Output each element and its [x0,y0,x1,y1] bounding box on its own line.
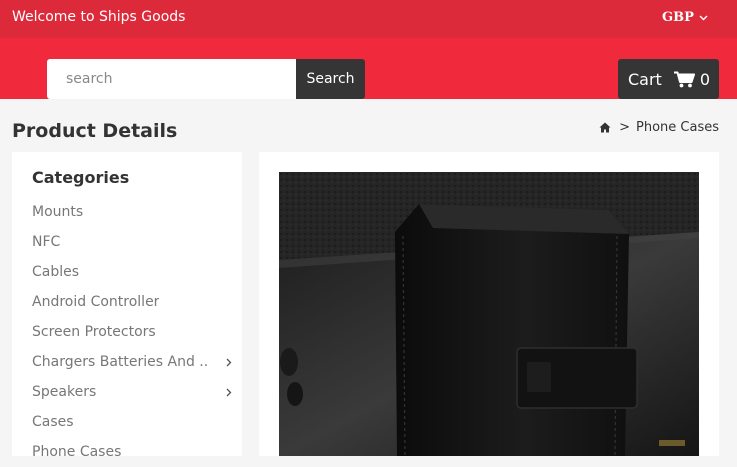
product-photo [279,172,699,456]
sidebar-title: Categories [32,168,130,187]
currency-label: GBP [662,10,694,25]
category-list: Mounts NFC Cables Android Controller Scr… [32,197,232,467]
category-item-cases[interactable]: Cases [32,407,232,437]
category-item-nfc[interactable]: NFC [32,227,232,257]
category-item-android-controller[interactable]: Android Controller [32,287,232,317]
category-item-mounts[interactable]: Mounts [32,197,232,227]
category-label: Speakers [32,384,97,400]
breadcrumb-separator: > [619,120,630,135]
chevron-down-icon [699,15,708,20]
category-label: Phone Cases [32,444,122,460]
cart-button[interactable]: Cart 0 [618,59,719,99]
cart-label: Cart [628,69,662,89]
top-bar: Welcome to Ships Goods GBP [0,0,737,38]
currency-selector[interactable]: GBP [662,10,708,25]
category-item-screen-protectors[interactable]: Screen Protectors [32,317,232,347]
cart-icon [673,71,695,87]
category-item-chargers-batteries[interactable]: Chargers Batteries And .. [32,347,232,377]
chevron-right-icon [226,358,232,366]
category-label: Android Controller [32,294,160,310]
search-input[interactable] [47,59,296,99]
chevron-right-icon [226,388,232,396]
category-item-speakers[interactable]: Speakers [32,377,232,407]
search-button[interactable]: Search [296,59,365,99]
product-image[interactable] [279,172,699,456]
category-sidebar: Categories Mounts NFC Cables Android Con… [12,152,242,460]
welcome-text: Welcome to Ships Goods [12,9,186,25]
breadcrumb-current[interactable]: Phone Cases [636,120,719,135]
category-item-phone-cases[interactable]: Phone Cases [32,437,232,467]
category-label: NFC [32,234,61,250]
category-label: Screen Protectors [32,324,156,340]
page-title: Product Details [12,120,178,142]
home-icon[interactable] [599,122,611,133]
category-label: Cables [32,264,80,280]
category-label: Chargers Batteries And .. [32,354,209,370]
category-label: Mounts [32,204,84,220]
cart-count: 0 [699,69,711,89]
category-label: Cases [32,414,74,430]
header-bar: Search Cart 0 [0,38,737,99]
breadcrumb: > Phone Cases [599,120,719,135]
product-panel [259,152,719,456]
category-item-cables[interactable]: Cables [32,257,232,287]
